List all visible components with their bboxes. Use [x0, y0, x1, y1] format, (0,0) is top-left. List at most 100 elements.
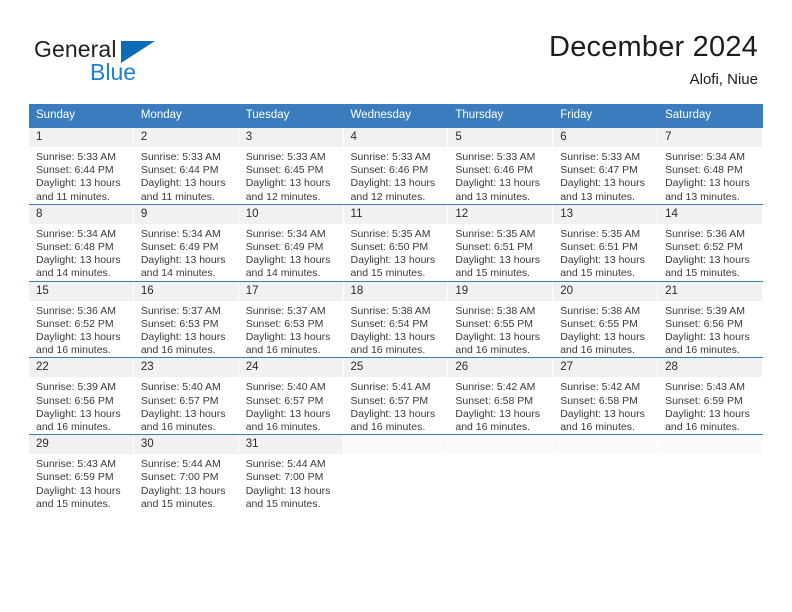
day-cell[interactable]: 4 Sunrise: 5:33 AM Sunset: 6:46 PM Dayli… [343, 127, 449, 205]
sunrise-text: Sunrise: 5:34 AM [140, 227, 221, 240]
daylight-text-line1: Daylight: 13 hours [350, 407, 436, 420]
day-number: 3 [238, 128, 344, 147]
sunrise-text: Sunrise: 5:42 AM [455, 381, 536, 394]
day-cell[interactable]: 10 Sunrise: 5:34 AM Sunset: 6:49 PM Dayl… [238, 203, 344, 282]
day-number: 14 [658, 204, 763, 224]
day-cell[interactable]: 3 Sunrise: 5:33 AM Sunset: 6:45 PM Dayli… [238, 127, 344, 205]
day-cell[interactable]: 21 Sunrise: 5:39 AM Sunset: 6:56 PM Dayl… [658, 280, 763, 358]
sunrise-text: Sunrise: 5:33 AM [245, 151, 326, 163]
day-details [658, 454, 763, 458]
day-cell[interactable]: 7 Sunrise: 5:34 AM Sunset: 6:48 PM Dayli… [658, 127, 763, 205]
daylight-text-line2: and 13 minutes. [455, 190, 531, 203]
weekday-header-tuesday: Tuesday [238, 104, 344, 128]
day-cell[interactable]: 15 Sunrise: 5:36 AM Sunset: 6:52 PM Dayl… [29, 280, 134, 358]
day-cell[interactable]: 23 Sunrise: 5:40 AM Sunset: 6:57 PM Dayl… [133, 357, 239, 435]
day-cell[interactable]: 18 Sunrise: 5:38 AM Sunset: 6:54 PM Dayl… [343, 280, 449, 358]
sunrise-text: Sunrise: 5:34 AM [665, 151, 746, 163]
sunrise-text: Sunrise: 5:36 AM [36, 304, 116, 317]
day-cell[interactable]: 9 Sunrise: 5:34 AM Sunset: 6:49 PM Dayli… [133, 203, 239, 282]
daylight-text-line1: Daylight: 13 hours [455, 407, 541, 420]
day-details: Sunrise: 5:35 AM Sunset: 6:50 PM Dayligh… [344, 224, 449, 281]
calendar-week-row: 15 Sunrise: 5:36 AM Sunset: 6:52 PM Dayl… [29, 280, 763, 358]
sunset-text: Sunset: 6:50 PM [350, 241, 429, 254]
sunrise-text: Sunrise: 5:38 AM [560, 304, 641, 317]
day-cell[interactable]: 16 Sunrise: 5:37 AM Sunset: 6:53 PM Dayl… [133, 280, 239, 358]
sunrise-text: Sunrise: 5:33 AM [455, 151, 536, 163]
daylight-text-line2: and 15 minutes. [36, 497, 111, 510]
day-details: Sunrise: 5:38 AM Sunset: 6:54 PM Dayligh… [344, 301, 449, 358]
day-cell-empty [553, 434, 659, 512]
sunset-text: Sunset: 6:57 PM [140, 394, 219, 407]
day-number: 21 [658, 281, 763, 301]
sunset-text: Sunset: 6:58 PM [560, 394, 638, 407]
day-details: Sunrise: 5:35 AM Sunset: 6:51 PM Dayligh… [553, 224, 658, 281]
daylight-text-line1: Daylight: 13 hours [560, 331, 645, 344]
daylight-text-line2: and 16 minutes. [245, 344, 321, 357]
day-details: Sunrise: 5:40 AM Sunset: 6:57 PM Dayligh… [134, 377, 239, 434]
day-cell[interactable]: 11 Sunrise: 5:35 AM Sunset: 6:50 PM Dayl… [343, 203, 449, 282]
day-number: 29 [29, 435, 134, 455]
daylight-text-line2: and 11 minutes. [140, 190, 215, 203]
sunset-text: Sunset: 6:53 PM [140, 317, 219, 330]
daylight-text-line1: Daylight: 13 hours [455, 254, 541, 267]
day-details: Sunrise: 5:34 AM Sunset: 6:49 PM Dayligh… [134, 224, 239, 281]
day-cell[interactable]: 6 Sunrise: 5:33 AM Sunset: 6:47 PM Dayli… [553, 127, 659, 205]
day-cell[interactable]: 31 Sunrise: 5:44 AM Sunset: 7:00 PM Dayl… [238, 434, 344, 512]
day-cell[interactable]: 8 Sunrise: 5:34 AM Sunset: 6:48 PM Dayli… [29, 203, 134, 282]
brand-name-blue: Blue [90, 59, 137, 85]
day-cell[interactable]: 27 Sunrise: 5:42 AM Sunset: 6:58 PM Dayl… [553, 357, 659, 435]
day-number: 13 [553, 204, 659, 224]
daylight-text-line2: and 14 minutes. [36, 267, 111, 280]
weekday-header-friday: Friday [553, 104, 659, 128]
day-cell[interactable]: 29 Sunrise: 5:43 AM Sunset: 6:59 PM Dayl… [29, 434, 134, 512]
day-details: Sunrise: 5:37 AM Sunset: 6:53 PM Dayligh… [239, 301, 344, 358]
day-details: Sunrise: 5:43 AM Sunset: 6:59 PM Dayligh… [658, 377, 763, 434]
calendar-header-row: Sunday Monday Tuesday Wednesday Thursday… [29, 104, 763, 128]
day-cell[interactable]: 1 Sunrise: 5:33 AM Sunset: 6:44 PM Dayli… [29, 127, 134, 205]
daylight-text-line1: Daylight: 13 hours [350, 177, 436, 190]
daylight-text-line2: and 13 minutes. [560, 190, 635, 203]
daylight-text-line1: Daylight: 13 hours [245, 331, 331, 344]
daylight-text-line1: Daylight: 13 hours [665, 407, 750, 420]
daylight-text-line1: Daylight: 13 hours [245, 254, 331, 267]
daylight-text-line2: and 16 minutes. [350, 344, 426, 357]
day-cell[interactable]: 24 Sunrise: 5:40 AM Sunset: 6:57 PM Dayl… [238, 357, 344, 435]
day-cell[interactable]: 2 Sunrise: 5:33 AM Sunset: 6:44 PM Dayli… [133, 127, 239, 205]
day-cell[interactable]: 30 Sunrise: 5:44 AM Sunset: 7:00 PM Dayl… [133, 434, 239, 512]
day-cell[interactable]: 28 Sunrise: 5:43 AM Sunset: 6:59 PM Dayl… [658, 357, 763, 435]
day-number: 23 [133, 358, 239, 378]
day-details: Sunrise: 5:38 AM Sunset: 6:55 PM Dayligh… [553, 301, 658, 358]
sunset-text: Sunset: 6:52 PM [665, 241, 743, 254]
day-number: 9 [133, 204, 239, 224]
day-cell[interactable]: 13 Sunrise: 5:35 AM Sunset: 6:51 PM Dayl… [553, 203, 659, 282]
daylight-text-line1: Daylight: 13 hours [560, 254, 645, 267]
day-cell[interactable]: 5 Sunrise: 5:33 AM Sunset: 6:46 PM Dayli… [448, 127, 554, 205]
day-details: Sunrise: 5:36 AM Sunset: 6:52 PM Dayligh… [29, 301, 134, 358]
day-details: Sunrise: 5:42 AM Sunset: 6:58 PM Dayligh… [448, 377, 553, 434]
sunset-text: Sunset: 6:59 PM [36, 471, 114, 484]
day-number: 18 [343, 281, 449, 301]
day-cell[interactable]: 22 Sunrise: 5:39 AM Sunset: 6:56 PM Dayl… [29, 357, 134, 435]
day-details [553, 454, 658, 458]
day-cell[interactable]: 25 Sunrise: 5:41 AM Sunset: 6:57 PM Dayl… [343, 357, 449, 435]
daylight-text-line2: and 12 minutes. [350, 190, 426, 203]
day-number: 11 [343, 204, 449, 224]
day-cell[interactable]: 12 Sunrise: 5:35 AM Sunset: 6:51 PM Dayl… [448, 203, 554, 282]
day-cell[interactable]: 17 Sunrise: 5:37 AM Sunset: 6:53 PM Dayl… [238, 280, 344, 358]
day-cell[interactable]: 14 Sunrise: 5:36 AM Sunset: 6:52 PM Dayl… [658, 203, 763, 282]
day-cell[interactable]: 19 Sunrise: 5:38 AM Sunset: 6:55 PM Dayl… [448, 280, 554, 358]
daylight-text-line1: Daylight: 13 hours [665, 331, 750, 344]
daylight-text-line1: Daylight: 13 hours [140, 177, 226, 190]
day-number: 4 [343, 128, 449, 147]
day-cell[interactable]: 20 Sunrise: 5:38 AM Sunset: 6:55 PM Dayl… [553, 280, 659, 358]
sunrise-text: Sunrise: 5:33 AM [560, 151, 641, 163]
daylight-text-line1: Daylight: 13 hours [36, 407, 121, 420]
sunset-text: Sunset: 6:49 PM [245, 241, 324, 254]
sunrise-text: Sunrise: 5:39 AM [36, 381, 116, 394]
day-number [658, 435, 763, 455]
daylight-text-line2: and 16 minutes. [140, 344, 216, 357]
sunset-text: Sunset: 6:59 PM [665, 394, 743, 407]
day-cell[interactable]: 26 Sunrise: 5:42 AM Sunset: 6:58 PM Dayl… [448, 357, 554, 435]
sunset-text: Sunset: 6:55 PM [455, 317, 534, 330]
sunset-text: Sunset: 6:52 PM [36, 317, 114, 330]
